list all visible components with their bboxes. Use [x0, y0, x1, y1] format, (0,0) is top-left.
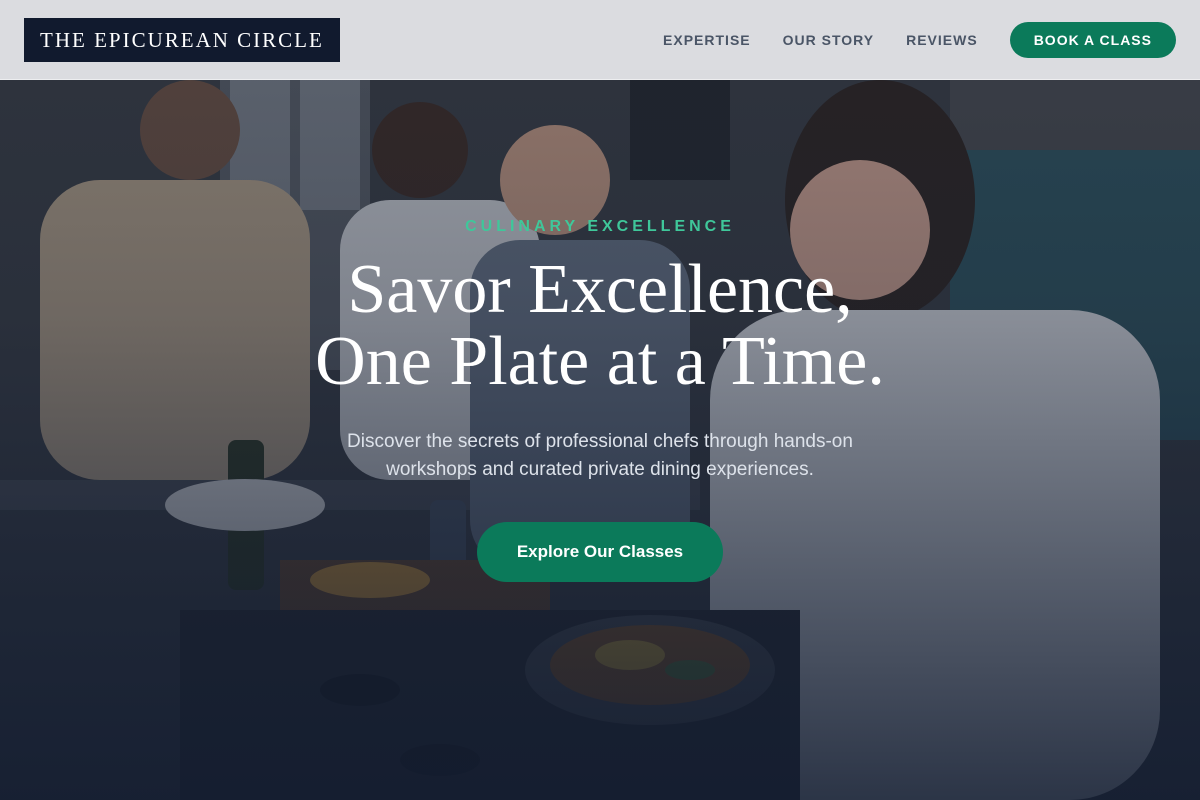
site-header: THE EPICUREAN CIRCLE EXPERTISE OUR STORY…: [0, 0, 1200, 80]
hero-eyebrow: CULINARY EXCELLENCE: [465, 218, 735, 235]
explore-classes-button[interactable]: Explore Our Classes: [476, 522, 724, 582]
nav-link-reviews[interactable]: REVIEWS: [906, 32, 978, 48]
hero-headline-line2: One Plate at a Time.: [315, 323, 885, 400]
hero-subtitle: Discover the secrets of professional che…: [347, 431, 853, 480]
hero-headline: Savor Excellence, One Plate at a Time.: [0, 254, 1200, 398]
book-class-button[interactable]: BOOK A CLASS: [1009, 21, 1176, 58]
site-logo[interactable]: THE EPICUREAN CIRCLE: [24, 17, 340, 62]
hero-content: CULINARY EXCELLENCE Savor Excellence, On…: [0, 218, 1200, 582]
nav-link-expertise[interactable]: EXPERTISE: [663, 32, 751, 48]
hero-section: CULINARY EXCELLENCE Savor Excellence, On…: [0, 0, 1200, 800]
nav-link-our-story[interactable]: OUR STORY: [783, 32, 874, 48]
hero-headline-line1: Savor Excellence,: [347, 251, 853, 328]
main-nav: EXPERTISE OUR STORY REVIEWS BOOK A CLASS: [663, 21, 1176, 58]
